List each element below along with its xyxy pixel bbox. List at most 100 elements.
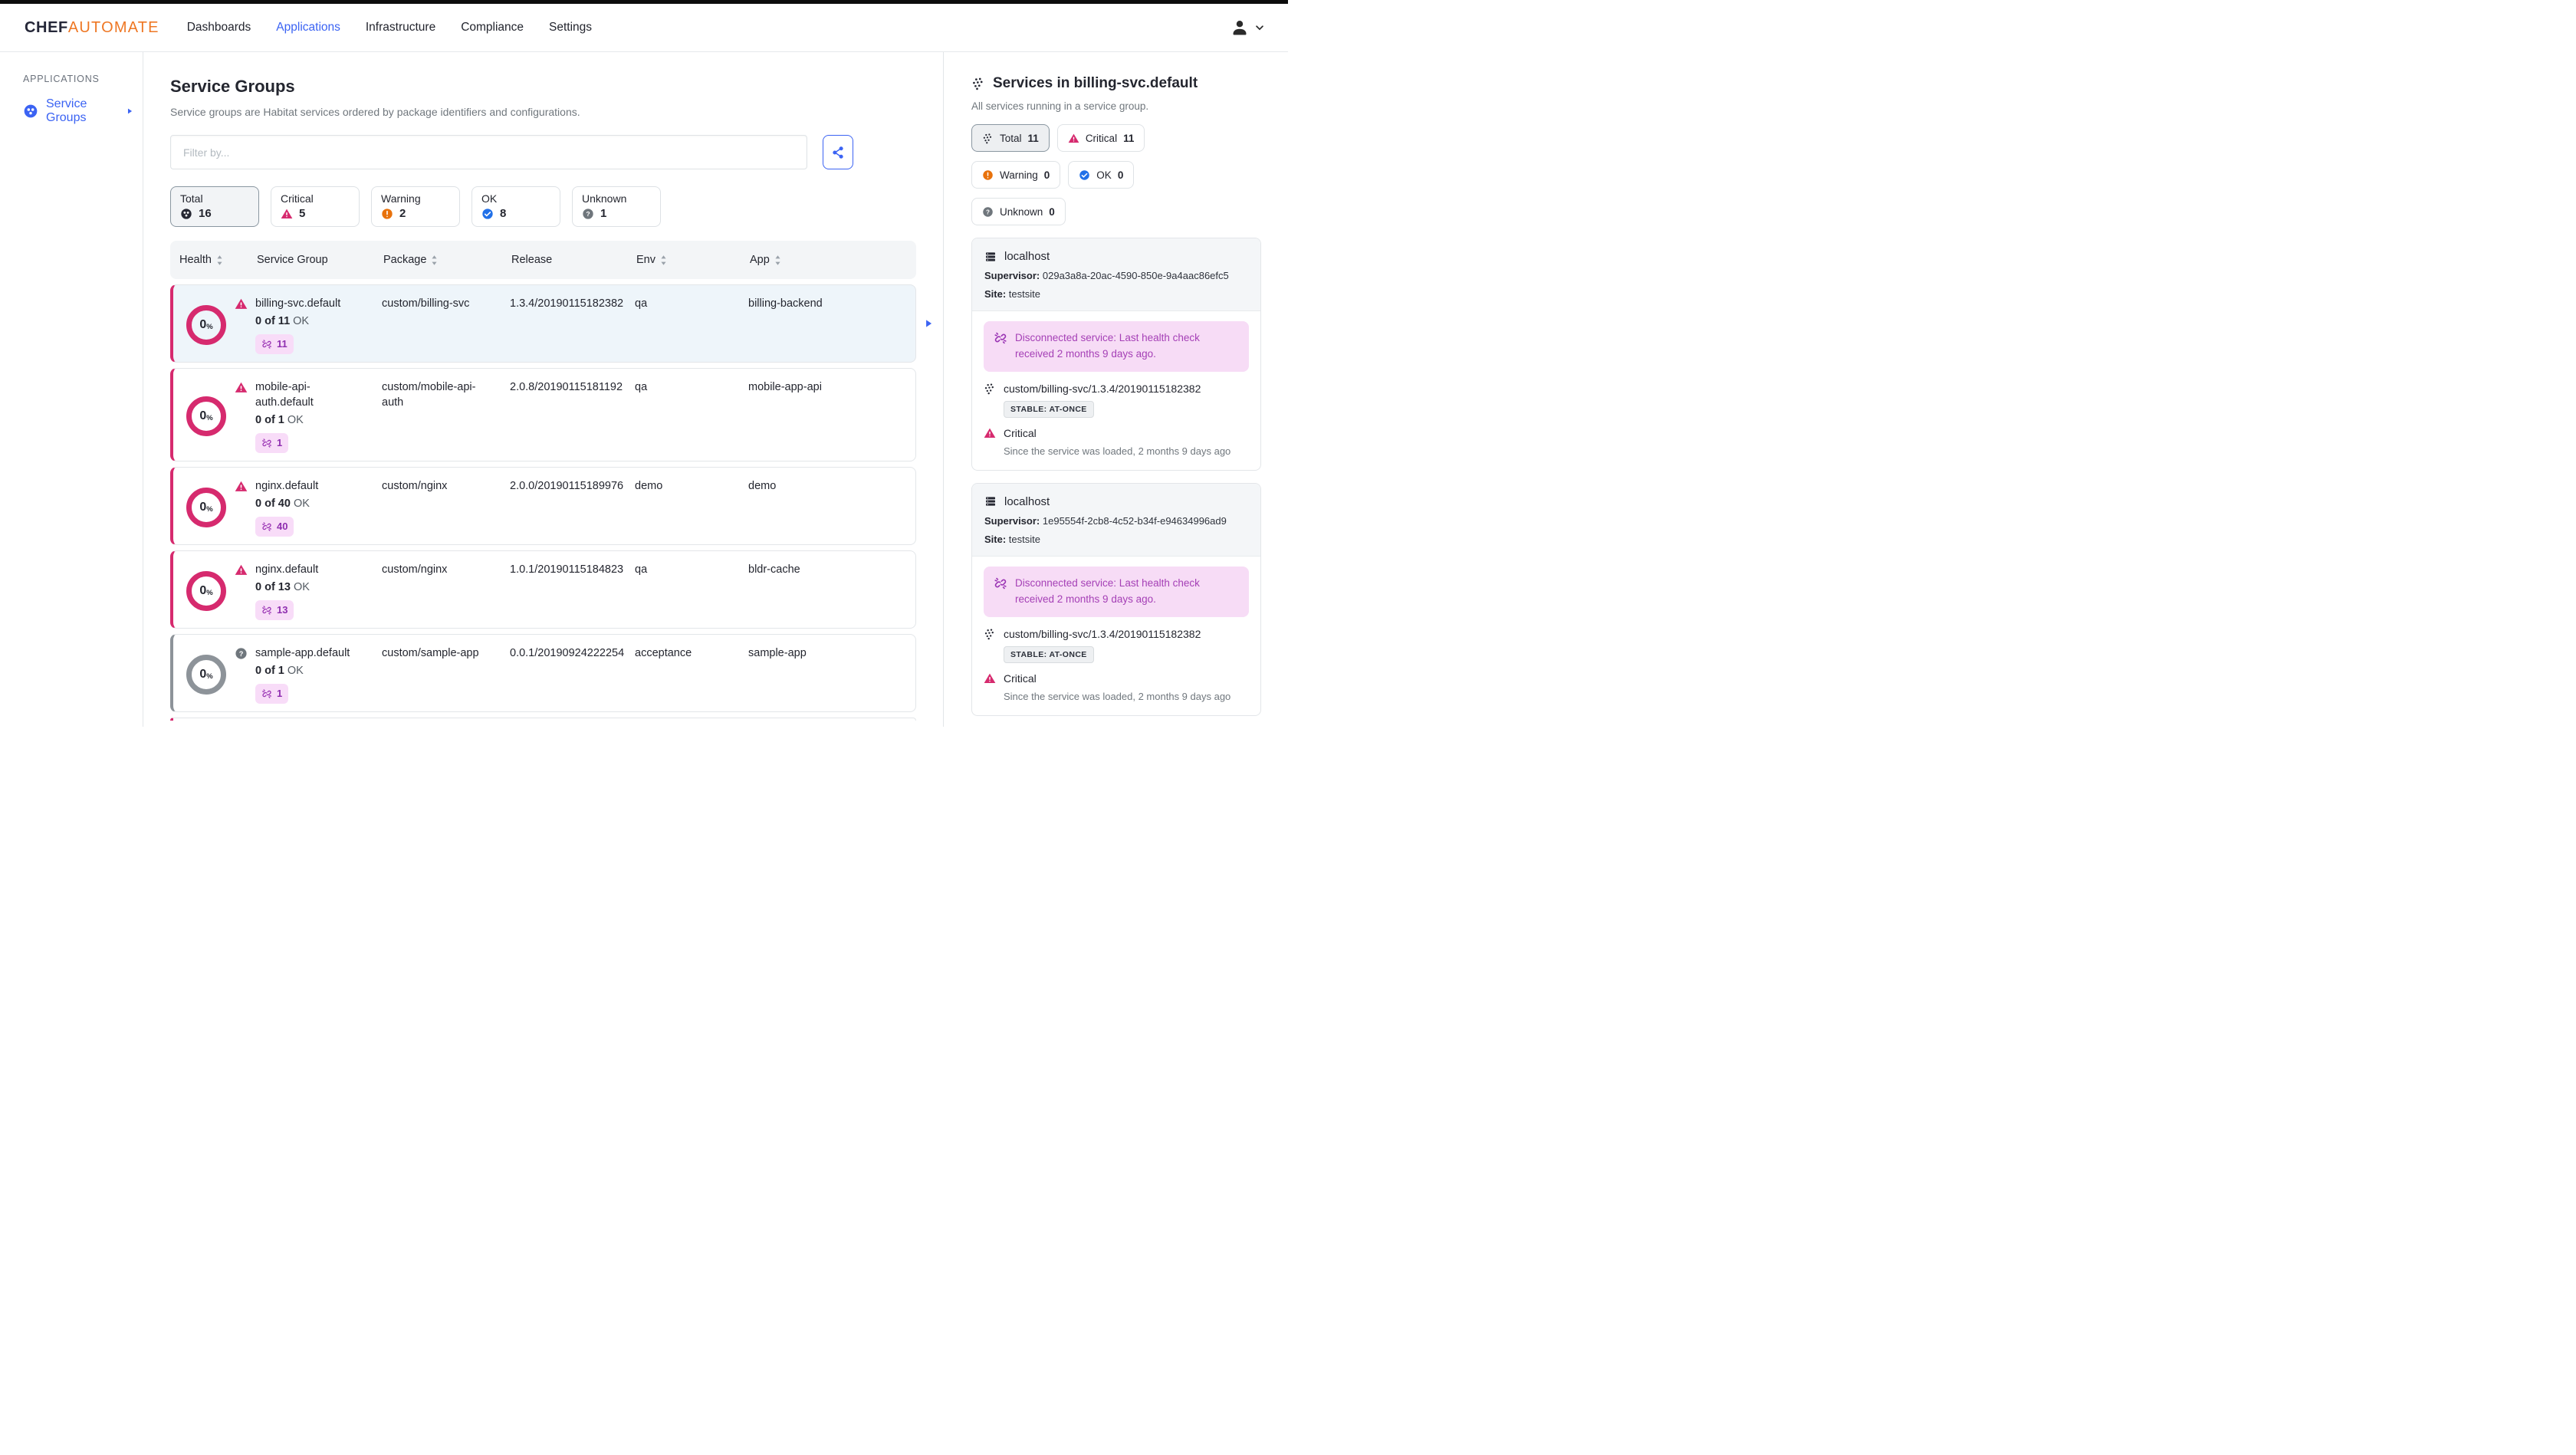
disconnected-alert: Disconnected service: Last health check … [984, 321, 1249, 372]
status-filter-card[interactable]: Warning 2 [371, 186, 460, 227]
nav-item[interactable]: Infrastructure [366, 21, 435, 34]
nav-item[interactable]: Applications [276, 21, 340, 34]
status-chip-icon [982, 133, 994, 144]
disconnected-count-pill[interactable]: 11 [255, 334, 294, 354]
critical-icon [984, 672, 996, 685]
sort-icon[interactable] [431, 255, 438, 266]
sidebar-item-service-groups[interactable]: Service Groups [0, 97, 143, 125]
service-package-row: custom/billing-svc/1.3.4/20190115182382 [984, 628, 1249, 640]
service-group-cell: nginx.default 0 of 13 OK 13 [255, 562, 382, 620]
status-chip[interactable]: Critical 11 [1056, 124, 1145, 152]
status-chip[interactable]: Warning 0 [971, 161, 1061, 189]
status-filter-bar: Total 16 Critical 5 Warning 2 OK 8 Unkno… [170, 186, 916, 227]
table-row-partial [170, 717, 916, 721]
row-status-icon [235, 297, 248, 310]
disconnected-count: 1 [277, 687, 283, 699]
nav-item[interactable]: Compliance [461, 21, 524, 34]
column-header[interactable]: Health [179, 254, 257, 266]
status-filter-card[interactable]: Unknown 1 [572, 186, 661, 227]
table-row[interactable]: 0% sample-app.default 0 of 1 OK 1 custom/… [170, 633, 916, 712]
status-chip-label: Warning [1000, 169, 1038, 181]
status-chip[interactable]: Unknown 0 [971, 198, 1066, 225]
service-since-text: Since the service was loaded, 2 months 9… [1004, 445, 1231, 457]
share-button[interactable] [823, 135, 853, 169]
user-menu[interactable] [1230, 18, 1265, 37]
status-filter-label: Unknown [582, 192, 627, 205]
ok-summary: 0 of 13 OK [255, 580, 310, 593]
status-chip[interactable]: OK 0 [1068, 161, 1135, 189]
health-percent: 0 [199, 317, 207, 331]
table-row[interactable]: 0% nginx.default 0 of 13 OK 13 custom/ngi… [170, 550, 916, 629]
sort-icon[interactable] [216, 255, 223, 266]
share-icon [831, 146, 845, 159]
service-card[interactable]: localhost Supervisor: 1e95554f-2cb8-4c52… [971, 482, 1261, 716]
service-group-cell: mobile-api-auth.default 0 of 1 OK 1 [255, 379, 382, 453]
column-header[interactable]: App [750, 254, 916, 266]
disconnected-count-pill[interactable]: 13 [255, 599, 294, 620]
disconnected-count-pill[interactable]: 40 [255, 516, 294, 537]
service-since-text: Since the service was loaded, 2 months 9… [1004, 690, 1231, 702]
broken-link-icon [994, 576, 1007, 590]
service-group-cell: sample-app.default 0 of 1 OK 1 [255, 645, 382, 704]
channel-strategy-badge: STABLE: AT-ONCE [1004, 645, 1094, 663]
chef-automate-logo[interactable]: CHEFAUTOMATE [25, 19, 159, 37]
critical-icon [984, 427, 996, 439]
service-card-body: Disconnected service: Last health check … [972, 311, 1260, 470]
broken-link-icon [261, 521, 272, 532]
ok-summary: 0 of 1 OK [255, 413, 304, 426]
release-cell: 2.0.8/20190115181192 [510, 380, 623, 393]
column-header[interactable]: Package [383, 254, 511, 266]
filter-input[interactable] [170, 135, 807, 169]
service-health-row: Critical [984, 672, 1249, 685]
disconnected-count: 1 [277, 436, 283, 448]
service-group-cell: nginx.default 0 of 40 OK 40 [255, 478, 382, 537]
sidebar-item-label: Service Groups [46, 97, 87, 124]
sort-icon[interactable] [660, 255, 667, 266]
chevron-down-icon [1254, 22, 1265, 33]
package-cell: custom/nginx [382, 563, 448, 576]
site-line: Site: testsite [984, 533, 1040, 545]
release-cell: 2.0.0/20190115189976 [510, 479, 624, 492]
status-filter-card[interactable]: Critical 5 [271, 186, 360, 227]
status-filter-label: Warning [381, 192, 421, 205]
disconnected-count-pill[interactable]: 1 [255, 683, 289, 704]
status-filter-icon [281, 208, 293, 220]
column-header[interactable]: Release [511, 254, 636, 266]
column-label: Env [636, 254, 656, 266]
nav-item[interactable]: Settings [549, 21, 592, 34]
row-status-icon [235, 563, 248, 576]
ok-summary: 0 of 11 OK [255, 315, 310, 327]
service-card[interactable]: localhost Supervisor: 029a3a8a-20ac-4590… [971, 238, 1261, 471]
package-cell: custom/mobile-api-auth [382, 380, 476, 409]
sort-icon[interactable] [774, 255, 781, 266]
release-cell: 1.0.1/20190115184823 [510, 563, 624, 576]
table-row[interactable]: 0% nginx.default 0 of 40 OK 40 custom/ngi… [170, 466, 916, 545]
service-package-ident: custom/billing-svc/1.3.4/20190115182382 [1004, 382, 1201, 395]
column-header[interactable]: Env [636, 254, 750, 266]
health-donut: 0% [186, 570, 226, 611]
column-label: Release [511, 254, 553, 266]
service-group-name: nginx.default [255, 479, 319, 492]
app-cell: demo [748, 479, 777, 492]
status-filter-card[interactable]: OK 8 [472, 186, 560, 227]
status-chip-label: Total [1000, 132, 1022, 144]
dots-grid-icon [984, 628, 996, 640]
status-chip[interactable]: Total 11 [971, 124, 1050, 152]
row-detail-arrow-icon[interactable] [923, 318, 934, 329]
disconnected-alert-text: Disconnected service: Last health check … [1015, 576, 1200, 605]
status-filter-label: Critical [281, 192, 314, 205]
broken-link-icon [261, 688, 272, 699]
disconnected-count-pill[interactable]: 1 [255, 432, 289, 453]
column-header[interactable]: Service Group [257, 254, 383, 266]
status-chip-icon [982, 206, 994, 218]
health-cell: 0% [180, 478, 255, 537]
status-filter-label: Total [180, 192, 203, 205]
table-row[interactable]: 0% billing-svc.default 0 of 11 OK 11 cust… [170, 284, 916, 363]
disconnected-count: 11 [277, 338, 288, 350]
env-cell: qa [635, 297, 648, 310]
status-filter-card[interactable]: Total 16 [170, 186, 259, 227]
service-groups-icon [23, 103, 38, 119]
table-row[interactable]: 0% mobile-api-auth.default 0 of 1 OK 1 cu… [170, 367, 916, 461]
column-label: Service Group [257, 254, 328, 266]
nav-item[interactable]: Dashboards [187, 21, 251, 34]
